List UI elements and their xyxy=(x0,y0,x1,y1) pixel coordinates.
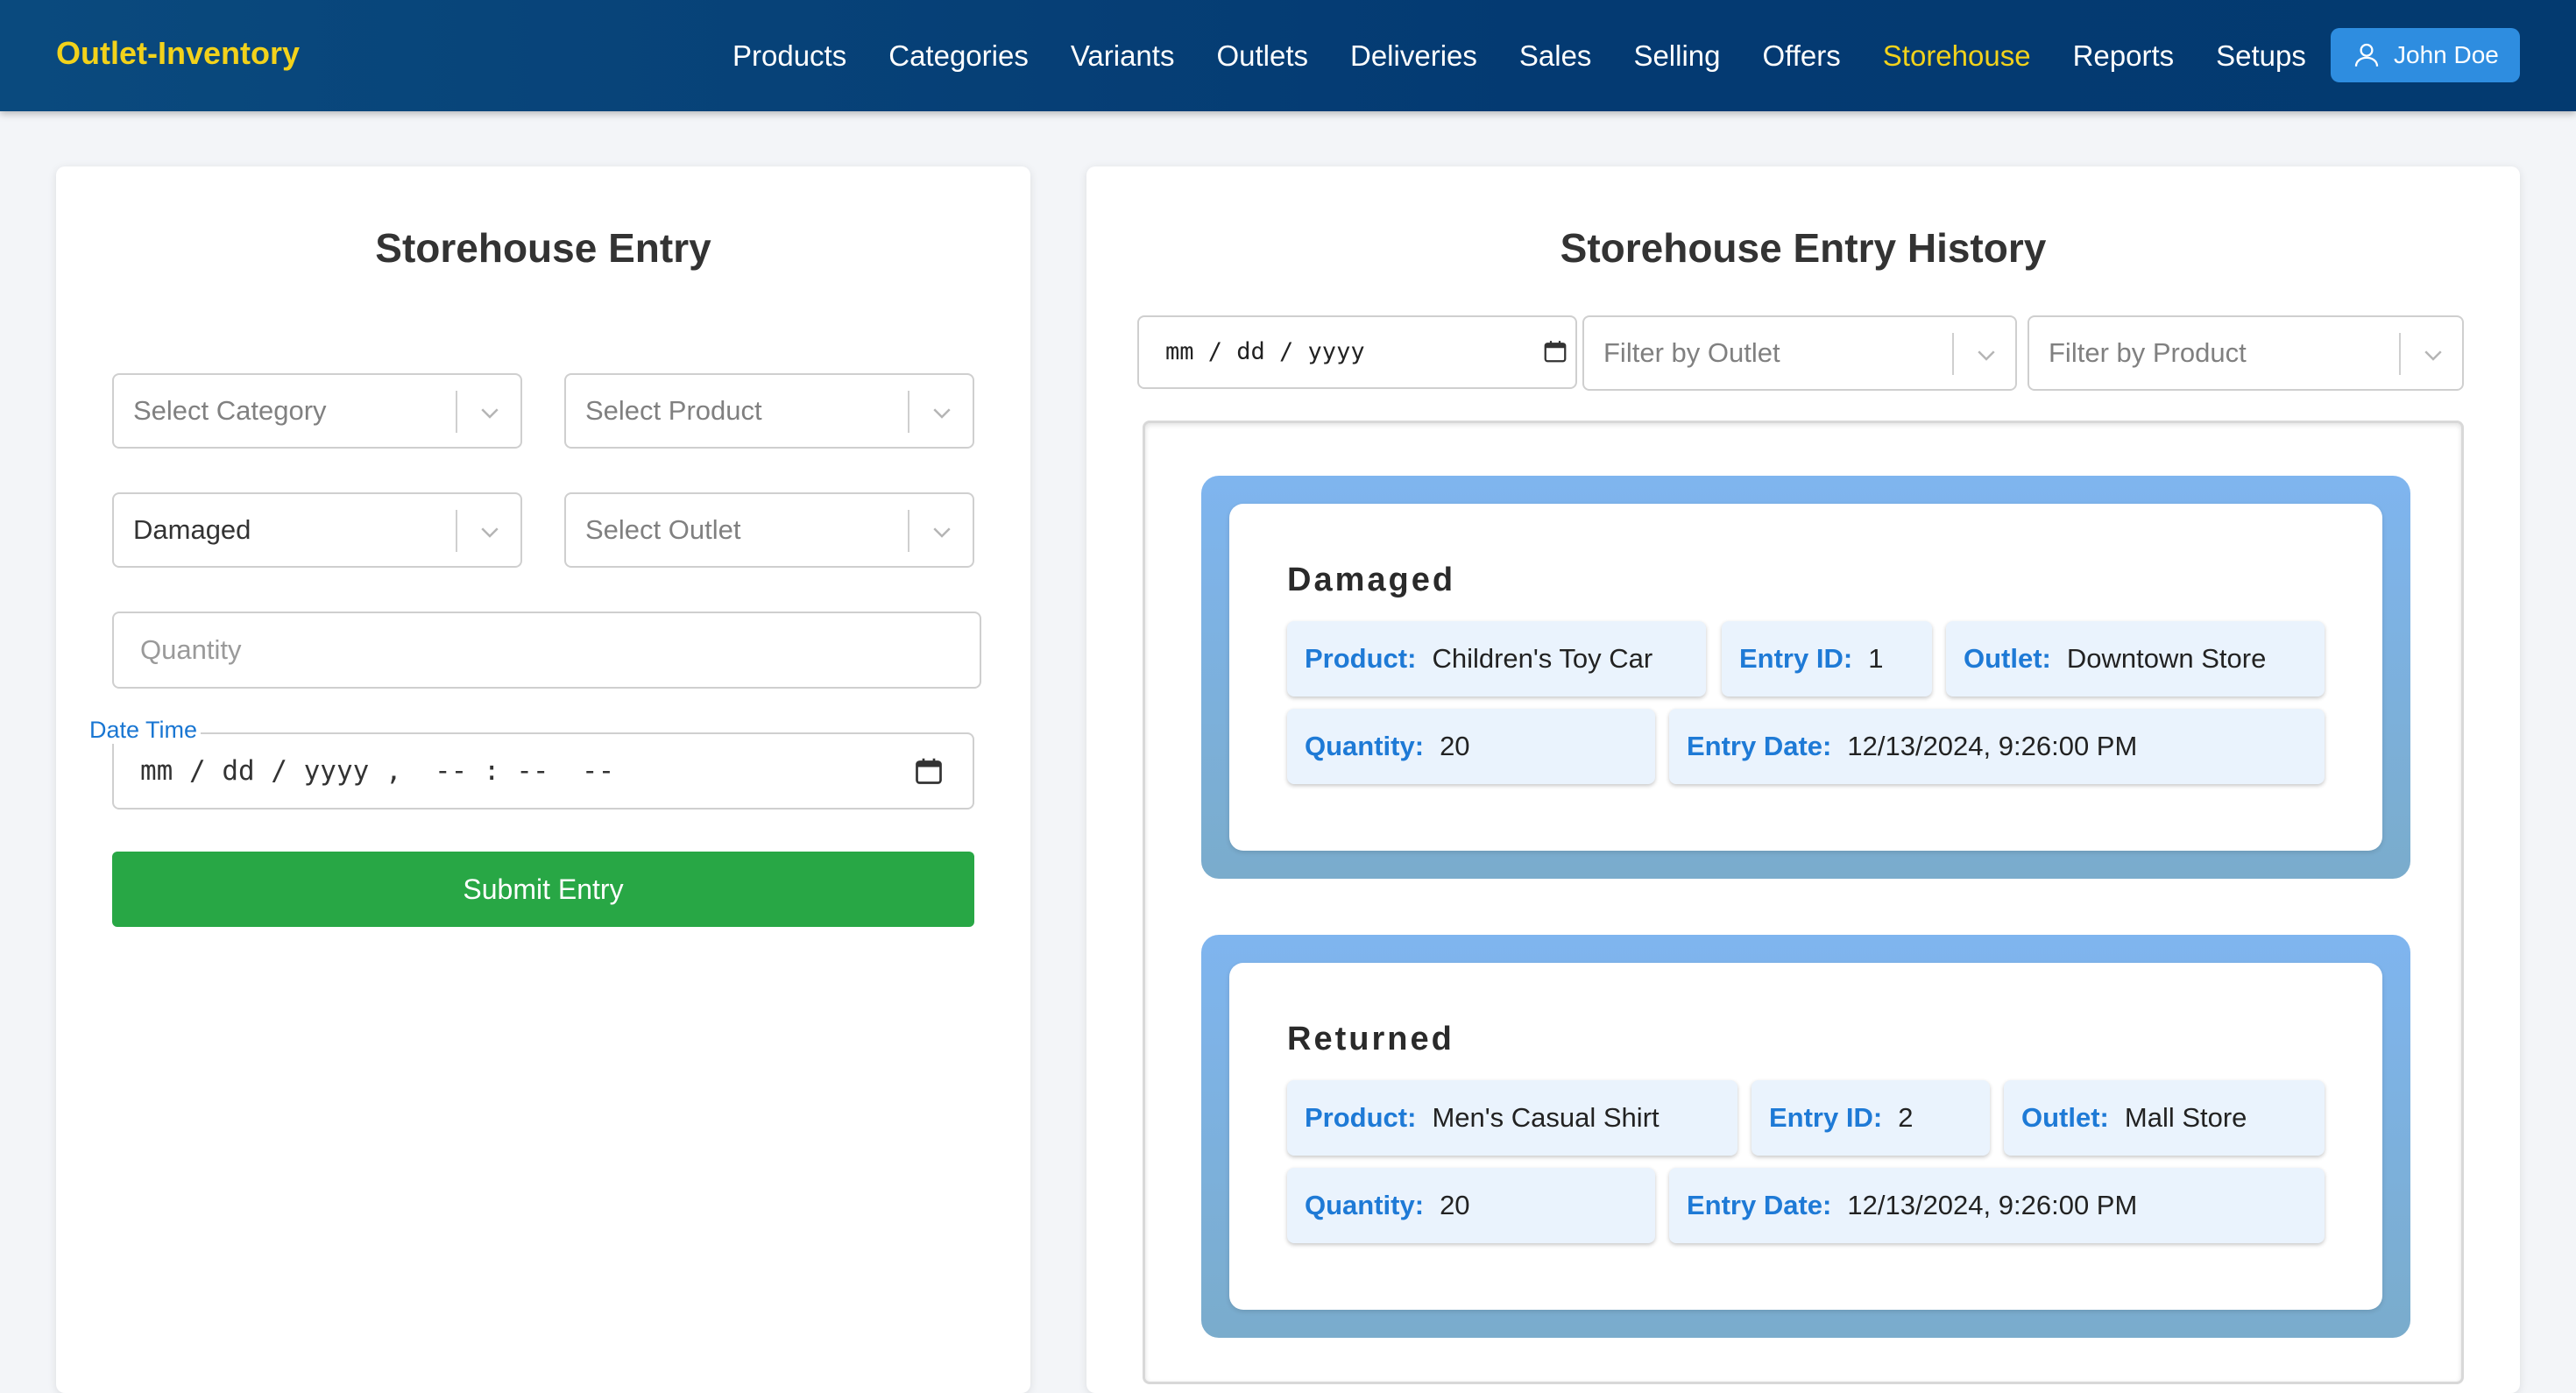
select-separator xyxy=(908,391,909,433)
date-filter-placeholder: mm / dd / yyyy xyxy=(1165,338,1365,365)
entry-id-value: 1 xyxy=(1868,643,1884,674)
nav-menu: Products Categories Variants Outlets Del… xyxy=(732,35,2348,77)
nav-item-setups[interactable]: Setups xyxy=(2216,35,2306,77)
quantity-label: Quantity: xyxy=(1305,731,1425,761)
select-separator xyxy=(2399,333,2401,375)
datetime-placeholder: mm / dd / yyyy , -- : -- -- xyxy=(140,755,615,787)
outlet-value: Downtown Store xyxy=(2066,643,2267,674)
nav-item-categories[interactable]: Categories xyxy=(888,35,1029,77)
nav-item-reports[interactable]: Reports xyxy=(2073,35,2175,77)
submit-entry-button[interactable]: Submit Entry xyxy=(112,852,974,927)
nav-item-selling[interactable]: Selling xyxy=(1633,35,1720,77)
product-select-placeholder: Select Product xyxy=(585,395,762,426)
user-icon xyxy=(2354,43,2379,67)
entry-history-list[interactable]: Damaged Product: Children's Toy Car Entr… xyxy=(1143,421,2464,1384)
calendar-icon[interactable] xyxy=(913,755,945,787)
nav-item-sales[interactable]: Sales xyxy=(1519,35,1592,77)
chevron-down-icon[interactable] xyxy=(1973,342,1999,368)
product-filter-placeholder: Filter by Product xyxy=(2049,337,2247,368)
entry-card: Damaged Product: Children's Toy Car Entr… xyxy=(1201,476,2410,879)
product-value: Men's Casual Shirt xyxy=(1432,1102,1660,1133)
date-filter-input[interactable]: mm / dd / yyyy xyxy=(1137,315,1577,389)
entry-product-chip: Product: Men's Casual Shirt xyxy=(1287,1080,1737,1156)
entry-date-chip: Entry Date: 12/13/2024, 9:26:00 PM xyxy=(1669,1168,2325,1243)
chevron-down-icon[interactable] xyxy=(2420,342,2446,368)
datetime-input[interactable]: mm / dd / yyyy , -- : -- -- xyxy=(112,732,974,810)
product-label: Product: xyxy=(1305,1102,1417,1133)
product-value: Children's Toy Car xyxy=(1432,643,1653,674)
entry-type-heading: Returned xyxy=(1287,1021,1454,1057)
select-separator xyxy=(1952,333,1954,375)
chevron-down-icon[interactable] xyxy=(929,400,955,426)
outlet-label: Outlet: xyxy=(1964,643,2051,674)
quantity-label: Quantity: xyxy=(1305,1190,1425,1220)
user-menu-button[interactable]: John Doe xyxy=(2331,28,2520,82)
nav-item-products[interactable]: Products xyxy=(732,35,846,77)
entry-date-label: Entry Date: xyxy=(1687,731,1832,761)
quantity-placeholder: Quantity xyxy=(140,634,242,665)
datetime-label: Date Time xyxy=(86,717,202,744)
entry-outlet-chip: Outlet: Mall Store xyxy=(2004,1080,2325,1156)
entry-card-body: Damaged Product: Children's Toy Car Entr… xyxy=(1229,504,2382,851)
entry-type-value: Damaged xyxy=(133,514,251,545)
nav-item-deliveries[interactable]: Deliveries xyxy=(1350,35,1477,77)
nav-item-outlets[interactable]: Outlets xyxy=(1216,35,1308,77)
entry-date-label: Entry Date: xyxy=(1687,1190,1832,1220)
entry-product-chip: Product: Children's Toy Car xyxy=(1287,621,1706,696)
entry-card: Returned Product: Men's Casual Shirt Ent… xyxy=(1201,935,2410,1338)
outlet-value: Mall Store xyxy=(2124,1102,2247,1133)
category-select[interactable]: Select Category xyxy=(112,373,522,449)
chevron-down-icon[interactable] xyxy=(477,400,503,426)
product-filter-select[interactable]: Filter by Product xyxy=(2028,315,2464,391)
entry-date-chip: Entry Date: 12/13/2024, 9:26:00 PM xyxy=(1669,709,2325,784)
calendar-icon[interactable] xyxy=(1542,338,1568,364)
entry-id-chip: Entry ID: 2 xyxy=(1752,1080,1990,1156)
chevron-down-icon[interactable] xyxy=(929,519,955,545)
outlet-select-placeholder: Select Outlet xyxy=(585,514,741,545)
entry-id-chip: Entry ID: 1 xyxy=(1722,621,1932,696)
category-select-placeholder: Select Category xyxy=(133,395,327,426)
select-separator xyxy=(908,510,909,552)
outlet-select[interactable]: Select Outlet xyxy=(564,492,974,568)
history-title: Storehouse Entry History xyxy=(1560,225,2047,271)
nav-item-storehouse[interactable]: Storehouse xyxy=(1883,35,2031,77)
select-separator xyxy=(456,391,457,433)
outlet-filter-placeholder: Filter by Outlet xyxy=(1603,337,1780,368)
product-select[interactable]: Select Product xyxy=(564,373,974,449)
entry-id-label: Entry ID: xyxy=(1769,1102,1883,1133)
entry-date-value: 12/13/2024, 9:26:00 PM xyxy=(1847,1190,2138,1220)
entry-outlet-chip: Outlet: Downtown Store xyxy=(1946,621,2325,696)
nav-item-offers[interactable]: Offers xyxy=(1763,35,1841,77)
chevron-down-icon[interactable] xyxy=(477,519,503,545)
outlet-label: Outlet: xyxy=(2021,1102,2109,1133)
entry-card-body: Returned Product: Men's Casual Shirt Ent… xyxy=(1229,963,2382,1310)
entry-type-heading: Damaged xyxy=(1287,562,1456,598)
nav-item-variants[interactable]: Variants xyxy=(1071,35,1175,77)
entry-type-select[interactable]: Damaged xyxy=(112,492,522,568)
top-navbar: Outlet-Inventory Products Categories Var… xyxy=(0,0,2576,111)
outlet-filter-select[interactable]: Filter by Outlet xyxy=(1582,315,2017,391)
entry-form-title: Storehouse Entry xyxy=(375,225,711,271)
entry-id-value: 2 xyxy=(1898,1102,1914,1133)
brand-logo[interactable]: Outlet-Inventory xyxy=(56,35,300,72)
quantity-input[interactable]: Quantity xyxy=(112,612,981,689)
entry-id-label: Entry ID: xyxy=(1739,643,1853,674)
user-name: John Doe xyxy=(2394,41,2499,68)
quantity-value: 20 xyxy=(1440,1190,1470,1220)
entry-date-value: 12/13/2024, 9:26:00 PM xyxy=(1847,731,2138,761)
product-label: Product: xyxy=(1305,643,1417,674)
select-separator xyxy=(456,510,457,552)
quantity-value: 20 xyxy=(1440,731,1470,761)
entry-quantity-chip: Quantity: 20 xyxy=(1287,709,1655,784)
entry-quantity-chip: Quantity: 20 xyxy=(1287,1168,1655,1243)
